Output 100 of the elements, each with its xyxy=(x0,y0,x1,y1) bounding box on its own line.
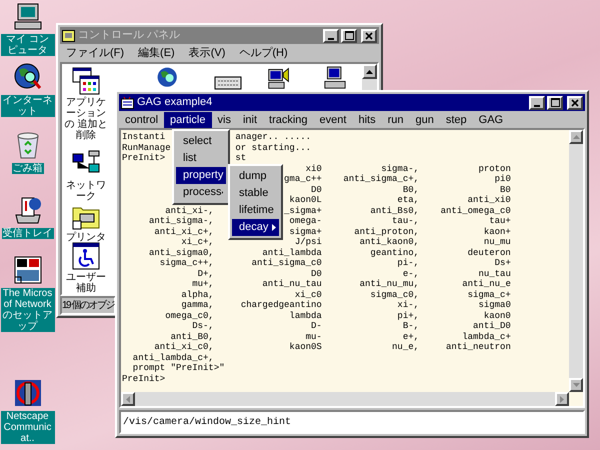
console-text: alpha, xyxy=(181,290,214,300)
menu-item[interactable]: lifetime xyxy=(232,202,279,219)
menu-item[interactable]: dump xyxy=(232,168,279,185)
accessibility-icon[interactable] xyxy=(71,242,101,270)
menu-item[interactable]: list xyxy=(176,150,226,167)
console-text: anti_nu_mu, xyxy=(360,279,420,290)
console-text: kaon0 xyxy=(484,310,511,321)
menu-bar-item[interactable]: ヘルプ(H) xyxy=(239,44,288,62)
console-text: anti_sigma_c0 xyxy=(252,258,322,268)
left-arrow-icon xyxy=(126,396,130,402)
desktop-icon-label[interactable]: The Microsof Network のセットアップ xyxy=(0,288,54,332)
console-text: anti_sigma_c+, xyxy=(343,174,420,184)
vertical-scrollbar[interactable] xyxy=(569,130,583,392)
control-panel-item-label[interactable]: プリンタ xyxy=(66,232,106,243)
control-panel-item-label[interactable]: ネットワーク xyxy=(63,180,109,202)
computer-icon[interactable] xyxy=(324,66,346,90)
console-text: anti_lambda_c+, xyxy=(132,352,214,363)
computer-icon[interactable] xyxy=(12,3,42,31)
menu-item[interactable]: process xyxy=(176,184,226,201)
console-text: D+, xyxy=(198,268,214,279)
menu-bar-item[interactable]: particle xyxy=(164,112,212,128)
menu-bar-item[interactable]: hits xyxy=(352,112,382,128)
console-text: anti_sigma0, xyxy=(149,248,214,258)
scroll-up-button[interactable] xyxy=(362,64,377,79)
title-bar-button[interactable] xyxy=(529,96,545,110)
console-text: nu_mu xyxy=(484,237,511,248)
menu-bar-item[interactable]: ファイル(F) xyxy=(66,44,124,62)
menu-bar-item[interactable]: control xyxy=(119,112,164,128)
console-text: Ds-, xyxy=(192,321,214,332)
desktop-icon-label[interactable]: 受信トレイ xyxy=(2,228,54,239)
menu-bar-item[interactable]: 表示(V) xyxy=(188,44,226,62)
inbox-icon[interactable] xyxy=(12,195,42,225)
maximize-icon[interactable] xyxy=(344,31,354,40)
console-text: sigma_c0, xyxy=(370,290,420,300)
menu-item[interactable]: decay xyxy=(232,219,279,236)
scroll-up-button[interactable] xyxy=(569,130,583,144)
computer-speaker-icon[interactable] xyxy=(267,66,291,90)
console-text: anti_sigma-, xyxy=(149,216,214,226)
console-text: anti_xi_c0, xyxy=(154,342,214,352)
console-text: anti_xi_c+, xyxy=(154,226,214,237)
control-panel-item-label[interactable]: アプリケーションの 追加と削除 xyxy=(63,97,109,141)
console-text: anti_lambda xyxy=(262,248,322,258)
title-bar-button[interactable] xyxy=(361,28,377,42)
desktop-icon-label[interactable]: Netscape Communicat.. xyxy=(0,411,54,444)
menu-bar-item[interactable]: step xyxy=(440,112,473,128)
desktop-icon-label[interactable]: ごみ箱 xyxy=(12,163,44,174)
close-icon[interactable] xyxy=(571,98,579,106)
menu-item[interactable]: stable xyxy=(232,185,279,202)
title-bar-button[interactable] xyxy=(341,28,357,42)
console-text: e-, xyxy=(402,268,420,279)
menu-item[interactable]: select xyxy=(176,133,226,150)
menu-bar-item[interactable]: event xyxy=(314,112,352,128)
globe-icon[interactable] xyxy=(12,62,42,92)
console-text: sigma_c++, xyxy=(160,258,214,268)
menu-item[interactable]: property xyxy=(176,167,226,184)
horizontal-scrollbar[interactable] xyxy=(121,392,569,406)
title-bar-button[interactable] xyxy=(567,96,583,110)
program-windows-icon[interactable] xyxy=(71,67,101,95)
netscape-icon[interactable] xyxy=(12,378,42,408)
console-text: J/psi xyxy=(294,237,322,248)
close-icon[interactable] xyxy=(365,32,373,40)
console-text: omega- xyxy=(289,216,322,226)
menu-bar-item[interactable]: vis xyxy=(212,112,237,128)
menu-bar-item[interactable]: init xyxy=(236,112,264,128)
scroll-left-button[interactable] xyxy=(121,392,135,406)
console-text: anti_xi-, xyxy=(165,206,214,216)
recycle-bin-icon[interactable] xyxy=(14,130,40,160)
maximize-icon[interactable] xyxy=(550,98,560,107)
console-text: anti_neutron xyxy=(446,342,511,352)
console-text: prompt "PreInit>" xyxy=(132,363,225,374)
title-bar-button[interactable] xyxy=(547,96,563,110)
submenu-arrow-icon xyxy=(272,224,276,231)
command-input-field[interactable]: /vis/camera/window_size_hint xyxy=(119,410,585,434)
console-text: B-, xyxy=(402,321,420,332)
console-text: anti_D0 xyxy=(473,321,511,332)
vertical-scrollbar[interactable] xyxy=(362,64,377,90)
console-text: anti_nu_tau xyxy=(262,279,322,290)
globe-icon[interactable] xyxy=(156,66,180,90)
console-text: deuteron xyxy=(468,248,511,258)
console-text: kaon0L xyxy=(289,195,322,206)
console-text: chargedgeantino xyxy=(240,300,322,310)
console-text: lambda_c+ xyxy=(462,332,511,342)
desktop-icon-label[interactable]: インターネット xyxy=(0,95,54,117)
console-text: or starting... xyxy=(235,142,312,153)
menu-bar-item[interactable]: GAG xyxy=(472,112,510,128)
title-bar-button[interactable] xyxy=(323,28,339,42)
desktop-icon-label[interactable]: マイ コンピュータ xyxy=(0,34,54,56)
control-panel-item-label[interactable]: ユーザー補助 xyxy=(63,272,109,294)
menu-bar-item[interactable]: gun xyxy=(410,112,440,128)
console-text: e+, xyxy=(402,332,420,342)
scroll-down-button[interactable] xyxy=(569,378,583,392)
scroll-right-button[interactable] xyxy=(555,392,569,406)
network-setup-icon[interactable] xyxy=(12,255,42,285)
console-text: Ds+ xyxy=(494,258,511,268)
console-text: PreInit> xyxy=(122,374,166,384)
menu-bar-item[interactable]: 編集(E) xyxy=(138,44,175,62)
console-text: xi0 xyxy=(306,164,322,174)
menu-bar-item[interactable]: tracking xyxy=(263,112,314,128)
menu-bar-item[interactable]: run xyxy=(382,112,410,128)
console-text: D- xyxy=(311,321,322,332)
